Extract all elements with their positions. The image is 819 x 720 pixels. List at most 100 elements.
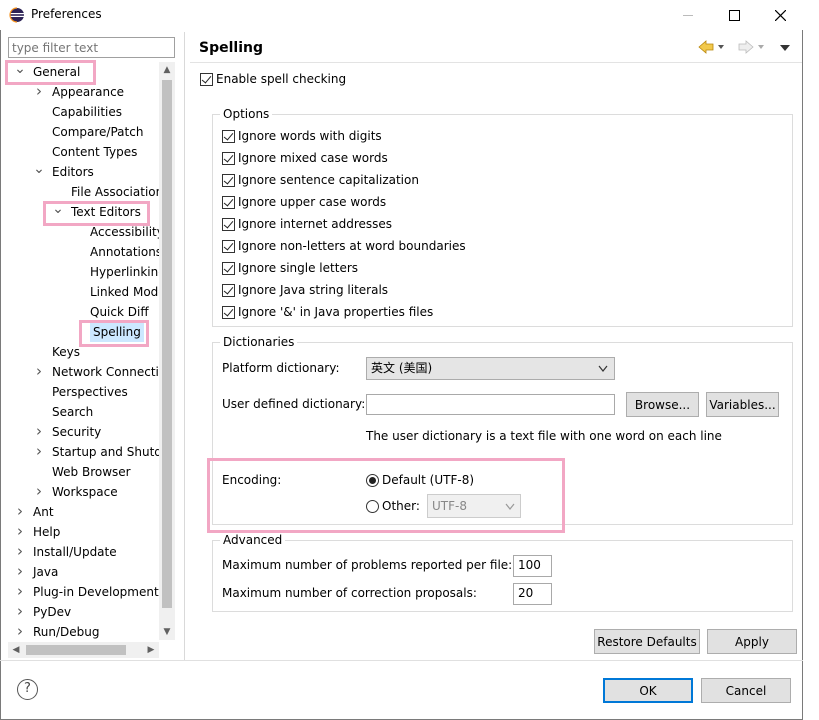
maximize-button[interactable]	[711, 0, 757, 30]
option-checkbox[interactable]	[222, 152, 235, 165]
tree-item-accessibility[interactable]: Accessibility	[90, 222, 164, 242]
tree-item-install-update[interactable]: Install/Update	[33, 542, 117, 562]
tree-item-spelling[interactable]: Spelling	[90, 322, 144, 342]
chevron-right-icon[interactable]: ›	[33, 82, 45, 102]
option-label: Ignore Java string literals	[238, 283, 389, 297]
filter-input[interactable]	[8, 37, 175, 58]
option-checkbox[interactable]	[222, 196, 235, 209]
chevron-right-icon[interactable]: ›	[33, 482, 45, 502]
tree-item-file-associations[interactable]: File Associations	[71, 182, 169, 202]
apply-button[interactable]: Apply	[707, 629, 797, 654]
option-checkbox[interactable]	[222, 306, 235, 319]
tree-item-perspectives[interactable]: Perspectives	[52, 382, 128, 402]
tree-vertical-scrollbar[interactable]: ▲ ▼	[159, 62, 175, 640]
encoding-default-radio[interactable]	[366, 474, 379, 487]
option-checkbox[interactable]	[222, 262, 235, 275]
chevron-right-icon[interactable]: ›	[33, 422, 45, 442]
option-checkbox[interactable]	[222, 130, 235, 143]
options-group-title: Options	[220, 107, 273, 121]
tree-item-java[interactable]: Java	[33, 562, 58, 582]
tree-item-general[interactable]: General	[33, 62, 80, 82]
tree-item-capabilities[interactable]: Capabilities	[52, 102, 122, 122]
page-title: Spelling	[199, 40, 263, 56]
forward-button[interactable]	[738, 40, 764, 57]
advanced-group	[212, 540, 793, 612]
platform-dictionary-select[interactable]: 英文 (美国)	[366, 357, 615, 380]
tree-item-run-debug[interactable]: Run/Debug	[33, 622, 100, 642]
chevron-down-icon[interactable]: ⌄	[33, 162, 45, 182]
chevron-right-icon[interactable]: ›	[33, 442, 45, 462]
help-icon[interactable]: ?	[17, 679, 38, 700]
enable-spell-label: Enable spell checking	[216, 72, 347, 86]
scroll-down-icon[interactable]: ▼	[159, 624, 175, 640]
tree-item-plug-in-development[interactable]: Plug-in Development	[33, 582, 159, 602]
max-proposals-input[interactable]: 20	[513, 583, 552, 605]
close-icon	[774, 9, 786, 21]
chevron-down-icon[interactable]: ⌄	[52, 202, 64, 222]
enable-spell-checkbox[interactable]	[200, 73, 213, 86]
chevron-right-icon[interactable]: ›	[14, 622, 26, 642]
tree-item-web-browser[interactable]: Web Browser	[52, 462, 131, 482]
chevron-right-icon[interactable]: ›	[14, 582, 26, 602]
scroll-up-icon[interactable]: ▲	[159, 62, 175, 78]
user-dictionary-input[interactable]	[366, 394, 615, 415]
option-checkbox[interactable]	[222, 218, 235, 231]
cancel-button[interactable]: Cancel	[701, 678, 791, 703]
chevron-right-icon[interactable]: ›	[14, 502, 26, 522]
option-label: Ignore single letters	[238, 261, 359, 275]
tree-item-quick-diff[interactable]: Quick Diff	[90, 302, 149, 322]
preference-tree[interactable]: ⌄ General › Appearance Capabilities Compare/P…	[8, 62, 175, 658]
option-checkbox[interactable]	[222, 240, 235, 253]
tree-horizontal-thumb[interactable]	[26, 645, 126, 655]
scroll-right-icon[interactable]: ▶	[143, 642, 159, 658]
variables-button[interactable]: Variables...	[706, 392, 779, 417]
platform-dictionary-label: Platform dictionary:	[222, 361, 340, 375]
scroll-left-icon[interactable]: ◀	[8, 642, 24, 658]
tree-item-search[interactable]: Search	[52, 402, 93, 422]
tree-item-compare-patch[interactable]: Compare/Patch	[52, 122, 143, 142]
back-button[interactable]	[698, 40, 724, 57]
ok-button[interactable]: OK	[603, 678, 693, 703]
tree-item-ant[interactable]: Ant	[33, 502, 54, 522]
tree-item-keys[interactable]: Keys	[52, 342, 80, 362]
option-label: Ignore upper case words	[238, 195, 387, 209]
chevron-right-icon[interactable]: ›	[14, 522, 26, 542]
chevron-down-icon[interactable]: ⌄	[14, 62, 26, 82]
maximize-icon	[728, 9, 740, 21]
chevron-right-icon[interactable]: ›	[14, 562, 26, 582]
restore-defaults-button[interactable]: Restore Defaults	[594, 629, 700, 654]
tree-item-security[interactable]: Security	[52, 422, 101, 442]
option-checkbox[interactable]	[222, 284, 235, 297]
tree-item-appearance[interactable]: Appearance	[52, 82, 124, 102]
chevron-right-icon[interactable]: ›	[14, 542, 26, 562]
tree-item-startup-and-shutdown[interactable]: Startup and Shutdown	[52, 442, 175, 462]
chevron-right-icon[interactable]: ›	[33, 362, 45, 382]
tree-item-help[interactable]: Help	[33, 522, 60, 542]
option-checkbox[interactable]	[222, 174, 235, 187]
max-proposals-label: Maximum number of correction proposals:	[222, 586, 477, 600]
tree-item-content-types[interactable]: Content Types	[52, 142, 137, 162]
max-problems-input[interactable]: 100	[513, 555, 552, 577]
tree-item-network-connections[interactable]: Network Connections	[52, 362, 175, 382]
close-button[interactable]	[757, 0, 803, 30]
browse-button[interactable]: Browse...	[626, 392, 699, 417]
tree-item-pydev[interactable]: PyDev	[33, 602, 71, 622]
tree-item-annotations[interactable]: Annotations	[90, 242, 162, 262]
window-title: Preferences	[31, 7, 102, 21]
tree-item-linked-mode[interactable]: Linked Mode	[90, 282, 166, 302]
tree-item-text-editors[interactable]: Text Editors	[71, 202, 141, 222]
panel-separator	[184, 32, 185, 660]
tree-item-editors[interactable]: Editors	[52, 162, 94, 182]
encoding-other-select[interactable]: UTF-8	[427, 494, 521, 518]
chevron-right-icon[interactable]: ›	[14, 602, 26, 622]
option-label: Ignore non-letters at word boundaries	[238, 239, 466, 253]
encoding-other-radio[interactable]	[366, 500, 379, 513]
view-menu-button[interactable]	[779, 42, 791, 56]
back-arrow-icon	[698, 40, 724, 54]
option-label: Ignore '&' in Java properties files	[238, 305, 434, 319]
tree-item-workspace[interactable]: Workspace	[52, 482, 118, 502]
minimize-button[interactable]	[665, 0, 711, 30]
tree-vertical-thumb[interactable]	[162, 80, 172, 608]
tree-item-hyperlinking[interactable]: Hyperlinking	[90, 262, 166, 282]
tree-horizontal-scrollbar[interactable]: ◀ ▶	[8, 642, 159, 658]
